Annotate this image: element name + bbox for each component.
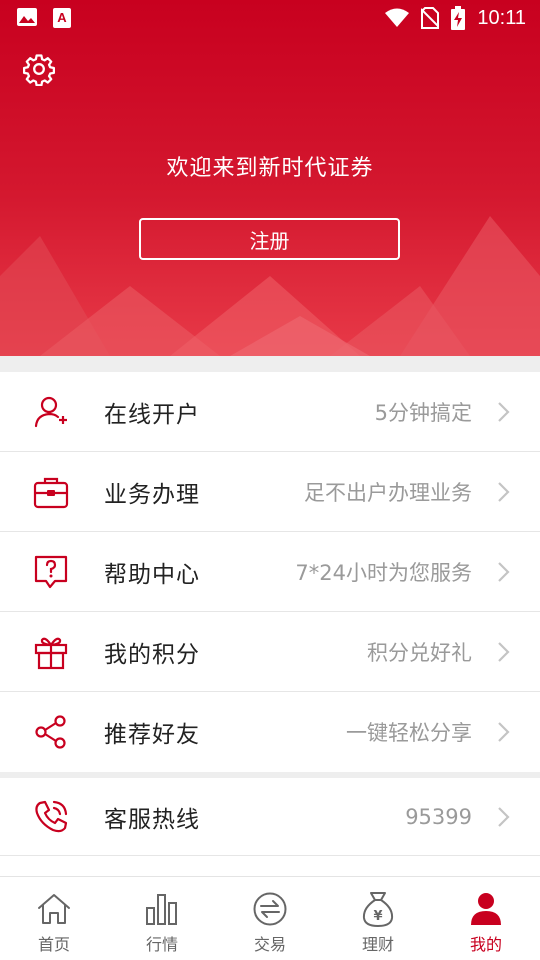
help-chat-icon: [32, 553, 70, 591]
register-button[interactable]: 注册: [139, 218, 400, 260]
nav-label: 首页: [37, 935, 70, 954]
welcome-text: 欢迎来到新时代证券: [166, 156, 374, 181]
clock: 10:11: [477, 6, 526, 29]
briefcase-icon: [32, 473, 70, 511]
nav-wealth[interactable]: ¥ 理财: [324, 877, 432, 960]
menu-item-value: 积分兑好礼: [367, 641, 472, 665]
menu-item-label: 客服热线: [104, 807, 200, 833]
menu-item-hotline[interactable]: 客服热线 95399: [0, 778, 540, 856]
phone-icon: [32, 798, 70, 836]
gift-icon: [32, 633, 70, 671]
wifi-icon: [385, 8, 410, 27]
section-separator: [0, 356, 540, 372]
nav-label: 理财: [361, 935, 394, 954]
menu-item-help-center[interactable]: 帮助中心 7*24小时为您服务: [0, 532, 540, 612]
menu-item-business[interactable]: 业务办理 足不出户办理业务: [0, 452, 540, 532]
no-sim-icon: [421, 7, 440, 29]
menu-item-my-points[interactable]: 我的积分 积分兑好礼: [0, 612, 540, 692]
chevron-right-icon: [498, 722, 510, 742]
menu-item-label: 我的积分: [104, 642, 200, 668]
nav-label: 行情: [145, 935, 178, 954]
nav-trade[interactable]: 交易: [216, 877, 324, 960]
image-icon: [17, 8, 37, 26]
share-icon: [32, 713, 70, 751]
chevron-right-icon: [498, 642, 510, 662]
nav-label: 我的: [469, 935, 502, 954]
menu-item-value: 7*24小时为您服务: [295, 561, 472, 585]
bottom-navigation: 首页 行情 交易 ¥ 理财 我的: [0, 876, 540, 960]
font-app-icon: A: [53, 8, 71, 28]
menu-item-value: 5分钟搞定: [374, 401, 472, 425]
person-icon: [466, 889, 506, 929]
svg-text:A: A: [57, 10, 67, 25]
svg-text:¥: ¥: [373, 909, 382, 924]
add-user-icon: [32, 393, 70, 431]
status-bar: A 10:11: [0, 0, 540, 36]
money-bag-icon: ¥: [358, 889, 398, 929]
nav-market[interactable]: 行情: [108, 877, 216, 960]
chevron-right-icon: [498, 482, 510, 502]
battery-charging-icon: [451, 6, 466, 30]
menu-item-label: 在线开户: [104, 402, 200, 428]
nav-label: 交易: [253, 935, 286, 954]
exchange-icon: [250, 889, 290, 929]
gear-icon[interactable]: [22, 52, 56, 86]
chevron-right-icon: [498, 562, 510, 582]
nav-mine[interactable]: 我的: [432, 877, 540, 960]
menu-item-label: 推荐好友: [104, 722, 200, 748]
home-icon: [34, 889, 74, 929]
menu-item-value: 一键轻松分享: [346, 721, 472, 745]
menu-item-recommend-friends[interactable]: 推荐好友 一键轻松分享: [0, 692, 540, 772]
chevron-right-icon: [498, 402, 510, 422]
chevron-right-icon: [498, 807, 510, 827]
bar-chart-icon: [142, 889, 182, 929]
divider: [0, 855, 540, 856]
menu-item-value: 足不出户办理业务: [304, 481, 472, 505]
menu-item-open-account[interactable]: 在线开户 5分钟搞定: [0, 372, 540, 452]
nav-home[interactable]: 首页: [0, 877, 108, 960]
menu-item-value: 95399: [405, 805, 472, 829]
menu-item-label: 帮助中心: [104, 562, 200, 588]
menu-item-label: 业务办理: [104, 482, 200, 508]
